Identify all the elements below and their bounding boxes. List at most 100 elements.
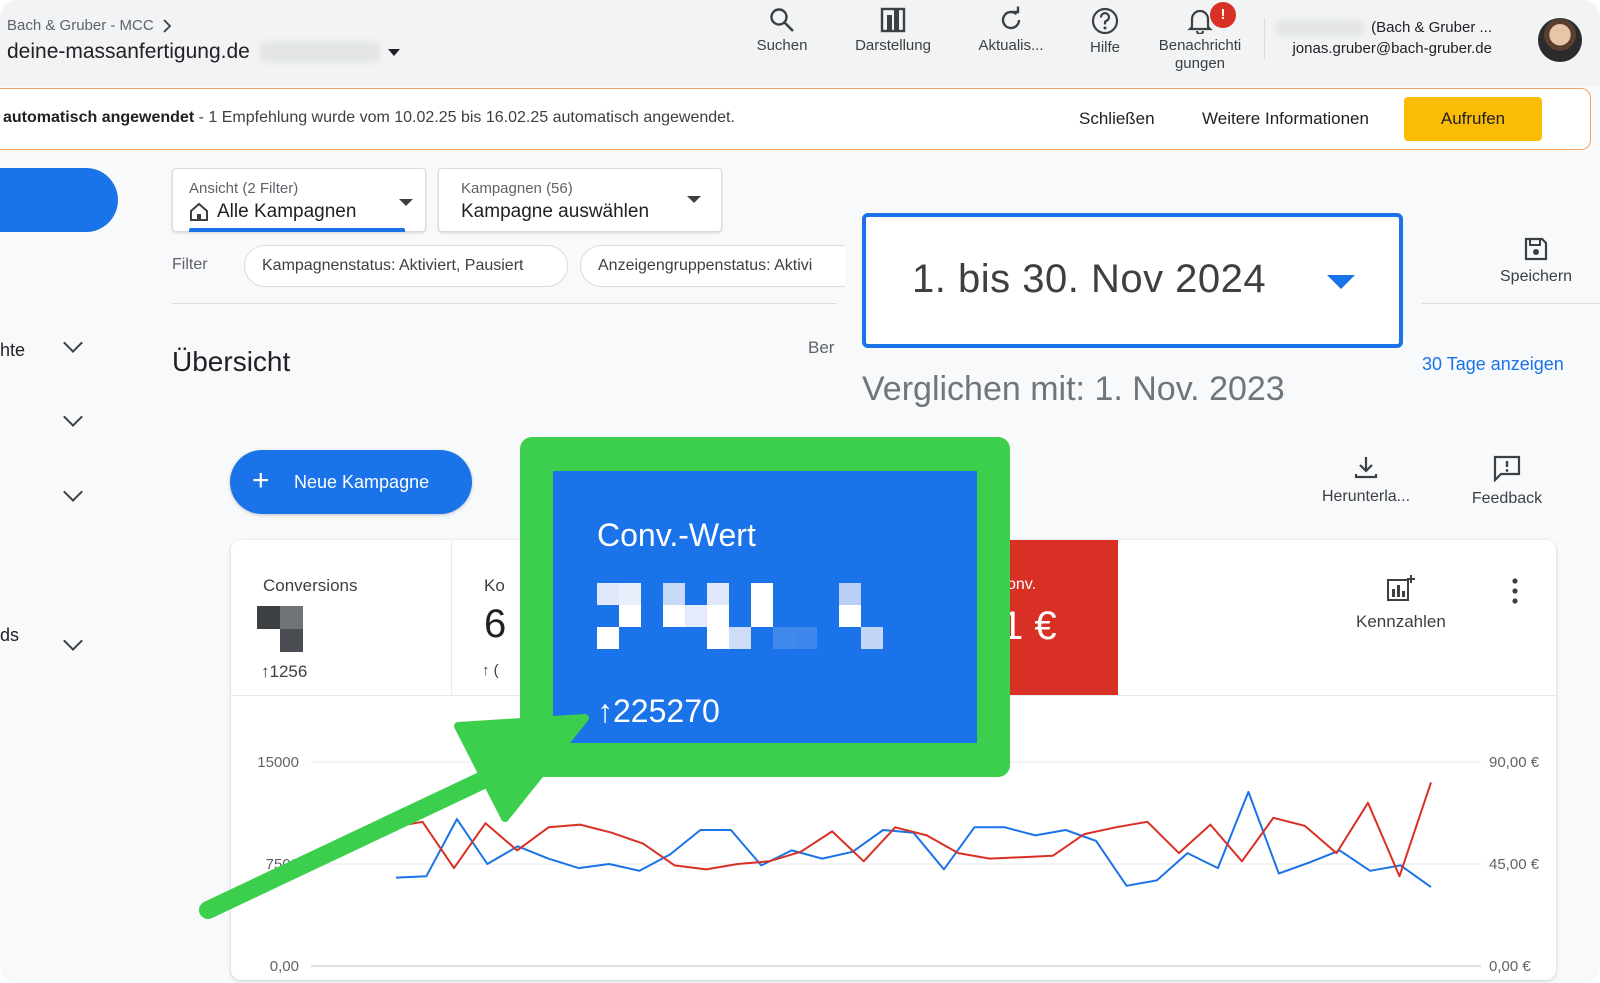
redacted-value-pixel (861, 627, 883, 649)
notifications-button[interactable]: ! Benachrichti gungen (1150, 2, 1250, 73)
redacted-value-pixel (280, 629, 303, 652)
redacted-value-pixel (839, 583, 861, 605)
metric-tile-conv-value-magnified[interactable]: Conv.-Wert ↑225270 (553, 471, 977, 743)
save-icon (1524, 237, 1548, 261)
divider (1422, 303, 1600, 304)
metric-delta: ↑ ( (482, 662, 499, 679)
metric-label: onv. (1007, 576, 1037, 593)
metric-label: Conversions (263, 576, 358, 595)
redacted-value-pixel (707, 627, 729, 649)
chevron-down-icon[interactable] (63, 407, 83, 427)
save-button[interactable]: Speichern (1500, 236, 1572, 286)
sidebar-item-label[interactable]: hte (0, 340, 25, 361)
download-icon (1354, 457, 1378, 479)
right-tick-label: 0,00 € (1489, 958, 1531, 975)
refresh-button[interactable]: Aktualis... (968, 6, 1054, 55)
header-divider (1264, 18, 1265, 60)
filter-chip-adgroup-status[interactable]: Anzeigengruppenstatus: Aktivi (580, 245, 845, 287)
redacted-value-pixel (751, 605, 773, 627)
view-selector-caption: Ansicht (2 Filter) (189, 180, 299, 197)
comparison-period: Verglichen mit: 1. Nov. 2023 (862, 370, 1285, 408)
refresh-icon (1001, 6, 1021, 30)
metric-delta: ↑225270 (597, 693, 720, 729)
user-org-label: (Bach & Gruber ... (1371, 19, 1492, 36)
download-button[interactable]: Herunterla... (1316, 454, 1416, 506)
metrics-button[interactable]: Kennzahlen (1356, 574, 1446, 632)
banner-text-bold: automatisch angewendet (3, 109, 195, 126)
caret-down-icon (1327, 275, 1355, 289)
redacted-value-pixel (663, 583, 685, 605)
redacted-value-pixel (280, 606, 303, 629)
campaign-selector[interactable]: Kampagnen (56) Kampagne auswählen (438, 168, 722, 232)
chevron-right-icon (163, 18, 171, 33)
view-selector-text: Alle Kampagnen (217, 201, 357, 222)
account-selector[interactable]: deine-massanfertigung.de (7, 40, 400, 64)
download-label: Herunterla... (1321, 488, 1411, 505)
caret-down-icon (399, 199, 413, 206)
save-label: Speichern (1500, 268, 1573, 285)
open-button[interactable]: Aufrufen (1404, 97, 1542, 141)
app-frame: Bach & Gruber - MCC deine-massanfertigun… (0, 0, 1600, 983)
highlight-frame: Conv.-Wert ↑225270 (520, 437, 1010, 777)
user-org[interactable]: (Bach & Gruber ... (1275, 19, 1492, 36)
search-button[interactable]: Suchen (752, 6, 812, 55)
user-email[interactable]: jonas.gruber@bach-gruber.de (1292, 40, 1492, 57)
redacted-value-pixel (729, 627, 751, 649)
show-30-days-link[interactable]: 30 Tage anzeigen (1422, 354, 1564, 375)
metric-tile-conversions[interactable]: Conversions ↑1256 (231, 540, 452, 695)
redacted-user-name (1275, 19, 1366, 36)
more-vert-icon[interactable] (1511, 578, 1519, 604)
top-bar: Bach & Gruber - MCC deine-massanfertigun… (0, 0, 1600, 86)
redacted-value-pixel (839, 605, 861, 627)
metric-label: Conv.-Wert (597, 517, 756, 553)
campaign-selector-caption: Kampagnen (56) (461, 180, 573, 197)
redacted-value-pixel (707, 605, 729, 627)
chevron-down-icon[interactable] (63, 631, 83, 651)
redacted-value-pixel (773, 627, 795, 649)
series-line-1 (395, 790, 1432, 888)
add-chart-icon (1386, 575, 1415, 601)
appearance-button[interactable]: Darstellung (845, 6, 941, 55)
metric-tile-cost-per-conv[interactable]: onv. 1 € (1001, 540, 1118, 695)
series-layer (390, 782, 1432, 888)
sidebar-item-label[interactable]: ds (0, 625, 19, 646)
redacted-value-pixel (619, 583, 641, 605)
refresh-label: Aktualis... (978, 37, 1044, 54)
redacted-value-pixel (597, 583, 619, 605)
more-info-link[interactable]: Weitere Informationen (1202, 109, 1369, 129)
metric-delta-value: 225270 (613, 693, 720, 729)
breadcrumb[interactable]: Bach & Gruber - MCC (7, 17, 172, 34)
new-campaign-button[interactable]: + Neue Kampagne (230, 450, 472, 514)
redacted-value-pixel (597, 627, 619, 649)
avatar[interactable] (1538, 18, 1582, 62)
metric-delta-value: ( (493, 662, 499, 679)
home-icon (190, 202, 208, 221)
date-range-value: 1. bis 30. Nov 2024 (912, 257, 1267, 301)
plus-icon: + (252, 464, 270, 497)
feedback-button[interactable]: Feedback (1462, 454, 1552, 508)
search-label: Suchen (756, 37, 808, 54)
date-range-picker[interactable]: 1. bis 30. Nov 2024 (862, 213, 1403, 348)
right-tick-label: 45,00 € (1489, 856, 1540, 873)
feedback-icon (1493, 455, 1521, 482)
left-tick-label: 15000 (257, 754, 299, 771)
account-name: deine-massanfertigung.de (7, 40, 250, 63)
redacted-value-pixel (619, 605, 641, 627)
help-button[interactable]: Hilfe (1082, 6, 1128, 57)
chevron-down-icon[interactable] (63, 482, 83, 502)
close-banner-button[interactable]: Schließen (1079, 109, 1155, 129)
notification-badge: ! (1210, 2, 1236, 28)
banner-text: automatisch angewendet - 1 Empfehlung wu… (3, 109, 735, 127)
view-selector[interactable]: Ansicht (2 Filter) Alle Kampagnen (172, 168, 426, 232)
feedback-label: Feedback (1471, 490, 1543, 507)
redacted-value-pixel (257, 606, 280, 629)
help-label: Hilfe (1089, 39, 1120, 56)
appearance-label: Darstellung (855, 37, 931, 54)
metric-label: Ko (484, 576, 505, 595)
sidebar-active-item[interactable] (0, 168, 118, 232)
help-icon (1091, 7, 1119, 35)
filter-chip-campaign-status[interactable]: Kampagnenstatus: Aktiviert, Pausiert (244, 245, 568, 287)
view-selector-value: Alle Kampagnen (189, 201, 356, 223)
chevron-down-icon[interactable] (63, 333, 83, 353)
redacted-value-pixel (707, 583, 729, 605)
